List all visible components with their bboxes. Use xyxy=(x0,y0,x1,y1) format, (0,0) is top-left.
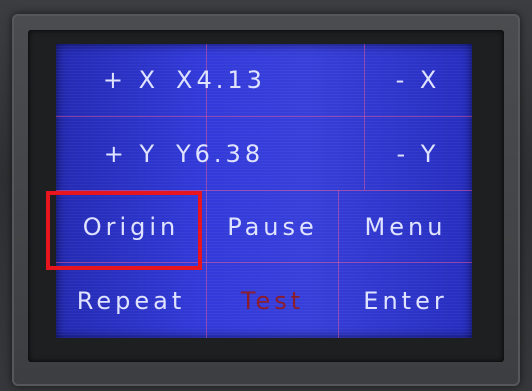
test-button[interactable]: Test xyxy=(207,263,338,338)
minus-x-button[interactable]: - X xyxy=(364,44,472,116)
x-position-readout: X4.13 xyxy=(176,66,266,94)
device-panel: + X X4.13 - X + Y Y6.38 - Y Origin Pause… xyxy=(0,0,532,391)
origin-button[interactable]: Origin xyxy=(56,191,206,262)
minus-y-button[interactable]: - Y xyxy=(364,117,472,190)
repeat-button[interactable]: Repeat xyxy=(56,263,206,338)
menu-button[interactable]: Menu xyxy=(339,191,472,262)
y-position-readout: Y6.38 xyxy=(176,139,265,168)
pause-button[interactable]: Pause xyxy=(207,191,338,262)
lcd-screen: + X X4.13 - X + Y Y6.38 - Y Origin Pause… xyxy=(56,44,472,338)
enter-button[interactable]: Enter xyxy=(339,263,472,338)
